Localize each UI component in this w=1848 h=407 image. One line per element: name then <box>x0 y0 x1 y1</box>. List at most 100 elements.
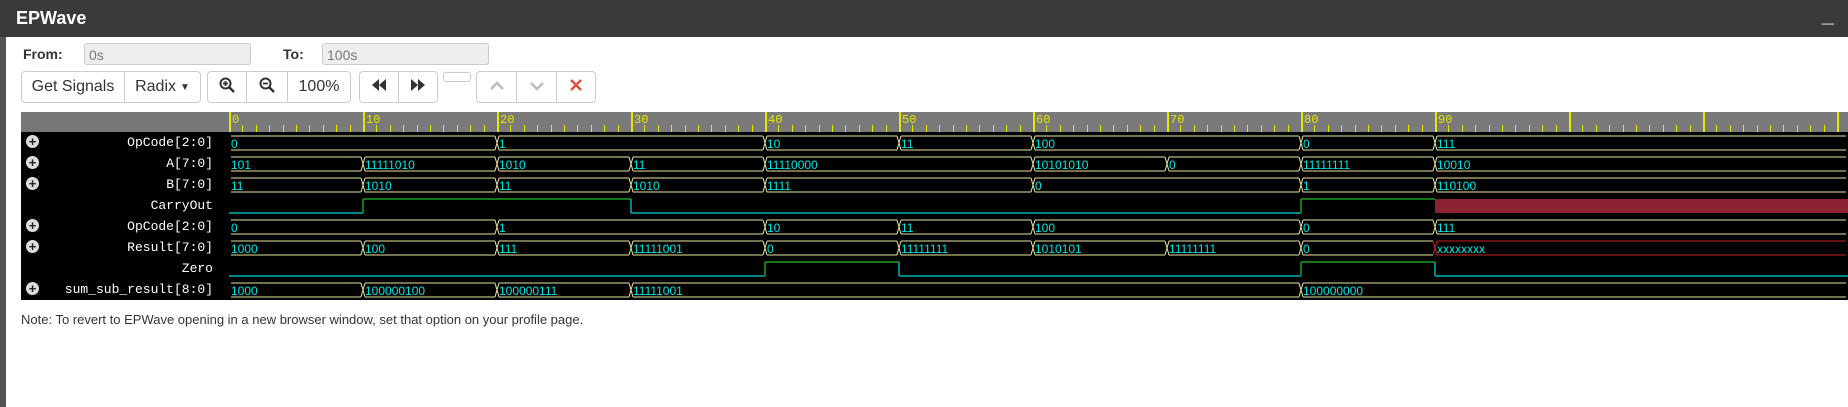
get-signals-button[interactable]: Get Signals <box>21 71 125 103</box>
bus-value-label: xxxxxxxx <box>1437 242 1485 256</box>
close-icon <box>570 78 582 96</box>
ruler-tick <box>1408 125 1410 132</box>
bus-value-label: 1 <box>499 221 506 235</box>
ruler-label: 60 <box>1036 113 1051 127</box>
signal-row[interactable]: + B[7:0] <box>21 174 229 195</box>
zoom-out-button[interactable] <box>246 71 288 103</box>
ruler-tick <box>1488 125 1490 132</box>
signal-row[interactable]: + OpCode[2:0] <box>21 216 229 237</box>
chevron-up-icon <box>489 78 504 96</box>
bus-value-label: 11111010 <box>365 158 415 172</box>
bus-value-label: 0 <box>1303 221 1310 235</box>
clear-button[interactable] <box>556 71 596 103</box>
expand-plus-icon[interactable]: + <box>26 282 39 295</box>
signal-row[interactable]: CarryOut <box>21 195 229 216</box>
zoom-in-button[interactable] <box>207 71 247 103</box>
ruler-tick <box>858 125 860 132</box>
signal-row[interactable]: + sum_sub_result[8:0] <box>21 279 229 300</box>
ruler-tick <box>1649 125 1651 132</box>
ruler-tick <box>1100 125 1101 132</box>
bus-value-label: 0 <box>1169 158 1176 172</box>
ruler-tick <box>1542 125 1544 132</box>
bus-value-label: 1010 <box>365 179 392 193</box>
next-edge-button[interactable] <box>516 71 557 103</box>
bus-value-label: 1000 <box>231 242 258 256</box>
ruler-tick <box>1073 125 1075 132</box>
signal-name: A[7:0] <box>166 156 213 171</box>
ruler-tick <box>1783 125 1785 132</box>
ruler-tick <box>1662 125 1664 132</box>
signal-name: Zero <box>181 261 213 276</box>
radix-label: Radix <box>135 78 176 95</box>
ruler-tick <box>765 112 767 132</box>
expand-plus-icon[interactable]: + <box>26 219 39 232</box>
signal-name: B[7:0] <box>166 177 213 192</box>
bus-value-label: 0 <box>767 242 774 256</box>
waveform-canvas[interactable]: 0 1 10 11 100 0 111101 11111010 1010 11 11110000 10… <box>229 132 1848 300</box>
signal-name-box[interactable] <box>443 72 471 82</box>
to-label: To: <box>283 46 304 62</box>
signal-name: CarryOut <box>150 198 213 213</box>
ruler-tick <box>845 125 847 132</box>
ruler-tick <box>617 125 619 132</box>
ruler-tick <box>1582 125 1584 132</box>
fast-backward-icon <box>371 78 387 97</box>
ruler-tick <box>966 125 967 132</box>
caret-down-icon: ▼ <box>180 81 190 93</box>
signal-row[interactable]: Zero <box>21 258 229 279</box>
ruler-tick <box>523 125 525 132</box>
minimize-button[interactable]: _ <box>1822 2 1834 28</box>
ruler-tick <box>456 125 458 132</box>
bus-value-label: 100 <box>1035 221 1055 235</box>
ruler-tick <box>1153 125 1155 132</box>
bus-value-label: 11111001 <box>633 242 683 256</box>
expand-plus-icon[interactable]: + <box>26 177 39 190</box>
bus-value-label: 0 <box>231 137 238 151</box>
ruler-tick <box>1260 125 1262 132</box>
from-input[interactable]: 0s <box>84 43 251 65</box>
radix-dropdown[interactable]: Radix ▼ <box>124 71 201 103</box>
bus-value-label: 11 <box>499 179 512 193</box>
ruler-tick <box>1341 125 1343 132</box>
ruler-tick <box>363 112 365 132</box>
ruler-tick <box>952 125 954 132</box>
ruler-tick <box>1595 125 1597 132</box>
ruler-tick <box>242 125 244 132</box>
ruler-tick <box>1327 125 1329 132</box>
bus-value-label: 10010 <box>1437 158 1471 172</box>
ruler-tick <box>1636 125 1637 132</box>
bus-value-label: 100 <box>1035 137 1055 151</box>
bus-value-label: 11 <box>901 221 914 235</box>
ruler-tick <box>1689 125 1691 132</box>
unknown-value-block <box>1435 199 1848 213</box>
signal-row[interactable]: + Result[7:0] <box>21 237 229 258</box>
ruler-tick <box>818 125 820 132</box>
to-input[interactable]: 100s <box>322 43 489 65</box>
bus-value-label: 100 <box>365 242 385 256</box>
signal-row[interactable]: + OpCode[2:0] <box>21 132 229 153</box>
bus-value-label: 1 <box>1303 179 1310 193</box>
jump-forward-button[interactable] <box>398 71 438 103</box>
signal-row[interactable]: + A[7:0] <box>21 153 229 174</box>
expand-plus-icon[interactable]: + <box>26 135 39 148</box>
ruler-tick <box>1743 125 1745 132</box>
ruler-tick <box>1167 112 1169 132</box>
expand-plus-icon[interactable]: + <box>26 156 39 169</box>
app-title: EPWave <box>16 8 87 28</box>
ruler-tick <box>336 125 338 132</box>
time-ruler[interactable]: 0 10 20 30 40 50 60 70 80 90 <box>229 112 1848 132</box>
ruler-tick <box>1515 125 1517 132</box>
signal-name: OpCode[2:0] <box>127 219 213 234</box>
zoom-level-button[interactable]: 100% <box>287 71 351 103</box>
jump-backward-button[interactable] <box>359 71 399 103</box>
ruler-tick <box>1301 112 1303 132</box>
ruler-tick <box>1421 125 1423 132</box>
ruler-tick <box>537 125 539 132</box>
bus-value-label: 1000 <box>231 284 258 298</box>
ruler-tick <box>1207 125 1209 132</box>
previous-edge-button[interactable] <box>476 71 517 103</box>
ruler-tick <box>791 125 793 132</box>
expand-plus-icon[interactable]: + <box>26 240 39 253</box>
bus-value-label: 111 <box>1437 221 1456 235</box>
ruler-tick <box>255 125 257 132</box>
